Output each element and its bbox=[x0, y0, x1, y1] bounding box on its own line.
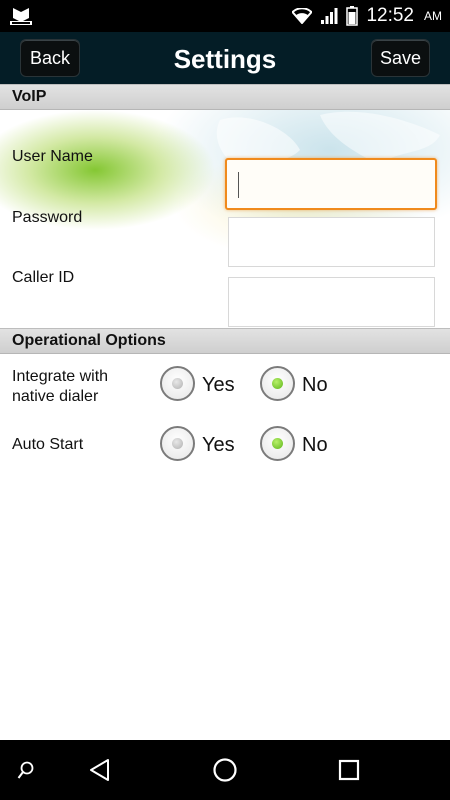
integrate-dialer-no-label[interactable]: No bbox=[302, 374, 328, 397]
password-field[interactable] bbox=[228, 217, 435, 267]
integrate-dialer-no-radio[interactable] bbox=[260, 366, 295, 401]
clock-ampm: AM bbox=[424, 9, 442, 23]
password-input[interactable] bbox=[229, 218, 434, 266]
voip-section-header: VoIP bbox=[0, 84, 450, 110]
search-icon[interactable] bbox=[17, 761, 35, 781]
home-icon[interactable] bbox=[212, 757, 238, 783]
operational-options-header: Operational Options bbox=[0, 328, 450, 354]
clock-time: 12:52 bbox=[366, 5, 414, 26]
user-name-field[interactable] bbox=[225, 158, 437, 210]
radio-dot-selected-icon bbox=[272, 378, 283, 389]
integrate-dialer-label-line1: Integrate with bbox=[12, 368, 109, 385]
radio-dot-icon bbox=[172, 378, 183, 389]
recents-icon[interactable] bbox=[338, 759, 360, 781]
voip-section: User Name Password Caller ID bbox=[0, 110, 450, 328]
auto-start-no-label[interactable]: No bbox=[302, 434, 328, 457]
title-bar: Settings Back Save bbox=[0, 32, 450, 84]
user-name-input[interactable] bbox=[227, 160, 435, 208]
signal-icon bbox=[321, 8, 338, 24]
settings-content: VoIP User Name Password Caller ID Operat… bbox=[0, 84, 450, 740]
integrate-dialer-label: Integrate with native dialer bbox=[12, 367, 108, 407]
save-button[interactable]: Save bbox=[371, 39, 430, 77]
auto-start-label: Auto Start bbox=[12, 436, 84, 453]
caller-id-label: Caller ID bbox=[12, 269, 75, 286]
battery-icon bbox=[346, 6, 359, 26]
auto-start-yes-label[interactable]: Yes bbox=[202, 434, 235, 457]
password-label: Password bbox=[12, 209, 83, 226]
back-button[interactable]: Back bbox=[20, 39, 80, 77]
status-bar: 12:52 AM bbox=[0, 0, 450, 32]
integrate-dialer-label-line2: native dialer bbox=[12, 388, 99, 405]
radio-dot-selected-icon bbox=[272, 438, 283, 449]
integrate-dialer-yes-radio[interactable] bbox=[160, 366, 195, 401]
auto-start-yes-radio[interactable] bbox=[160, 426, 195, 461]
navigation-bar bbox=[0, 740, 450, 800]
wifi-icon bbox=[292, 8, 313, 24]
caller-id-field[interactable] bbox=[228, 277, 435, 327]
carrier-logo-icon bbox=[10, 8, 32, 25]
integrate-dialer-yes-label[interactable]: Yes bbox=[202, 374, 235, 397]
user-name-label: User Name bbox=[12, 148, 93, 165]
caller-id-input[interactable] bbox=[229, 278, 434, 326]
auto-start-no-radio[interactable] bbox=[260, 426, 295, 461]
text-cursor bbox=[238, 172, 239, 198]
radio-dot-icon bbox=[172, 438, 183, 449]
back-icon[interactable] bbox=[88, 758, 112, 782]
